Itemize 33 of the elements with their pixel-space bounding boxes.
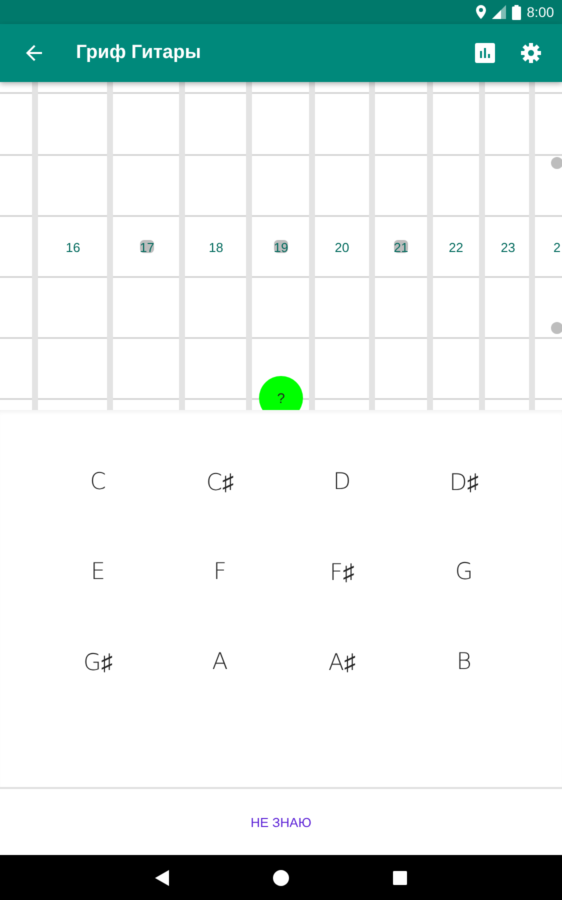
note-button[interactable]: A [204, 645, 236, 679]
signal-icon [492, 5, 506, 19]
note-button[interactable]: G♯ [75, 645, 121, 680]
note-button[interactable]: A♯ [320, 645, 364, 680]
back-nav-button[interactable] [155, 870, 169, 886]
note-button[interactable]: B [448, 645, 480, 679]
fret-number: 23 [500, 240, 516, 255]
fret-number: 19 [274, 240, 288, 255]
fret-number: 22 [448, 240, 464, 255]
battery-icon [512, 4, 521, 20]
location-icon [476, 5, 486, 19]
window-title: Гриф Гитары [76, 42, 202, 64]
home-nav-button[interactable] [273, 870, 289, 886]
note-button[interactable]: D♯ [441, 465, 487, 500]
status-time: 8:00 [526, 4, 554, 20]
dont-know-button[interactable]: НЕ ЗНАЮ [238, 806, 324, 838]
fret-number: 18 [208, 240, 224, 255]
settings-button[interactable] [519, 41, 543, 65]
note-button[interactable]: F [205, 555, 235, 589]
note-button[interactable]: C♯ [198, 465, 242, 500]
statistics-button[interactable] [473, 41, 497, 65]
fret-number: 17 [140, 240, 154, 255]
fret-number: 20 [334, 240, 350, 255]
note-button[interactable]: G [447, 555, 481, 589]
note-button[interactable]: D [325, 465, 359, 499]
note-button[interactable]: E [82, 555, 114, 589]
fret-number: 21 [394, 240, 408, 255]
note-button[interactable]: C [82, 465, 114, 499]
fret-number: 16 [66, 240, 80, 255]
question-marker[interactable]: ? [259, 376, 303, 410]
fret-number: 2 [553, 240, 561, 255]
note-button[interactable]: F♯ [322, 555, 362, 590]
recents-nav-button[interactable] [393, 870, 407, 884]
